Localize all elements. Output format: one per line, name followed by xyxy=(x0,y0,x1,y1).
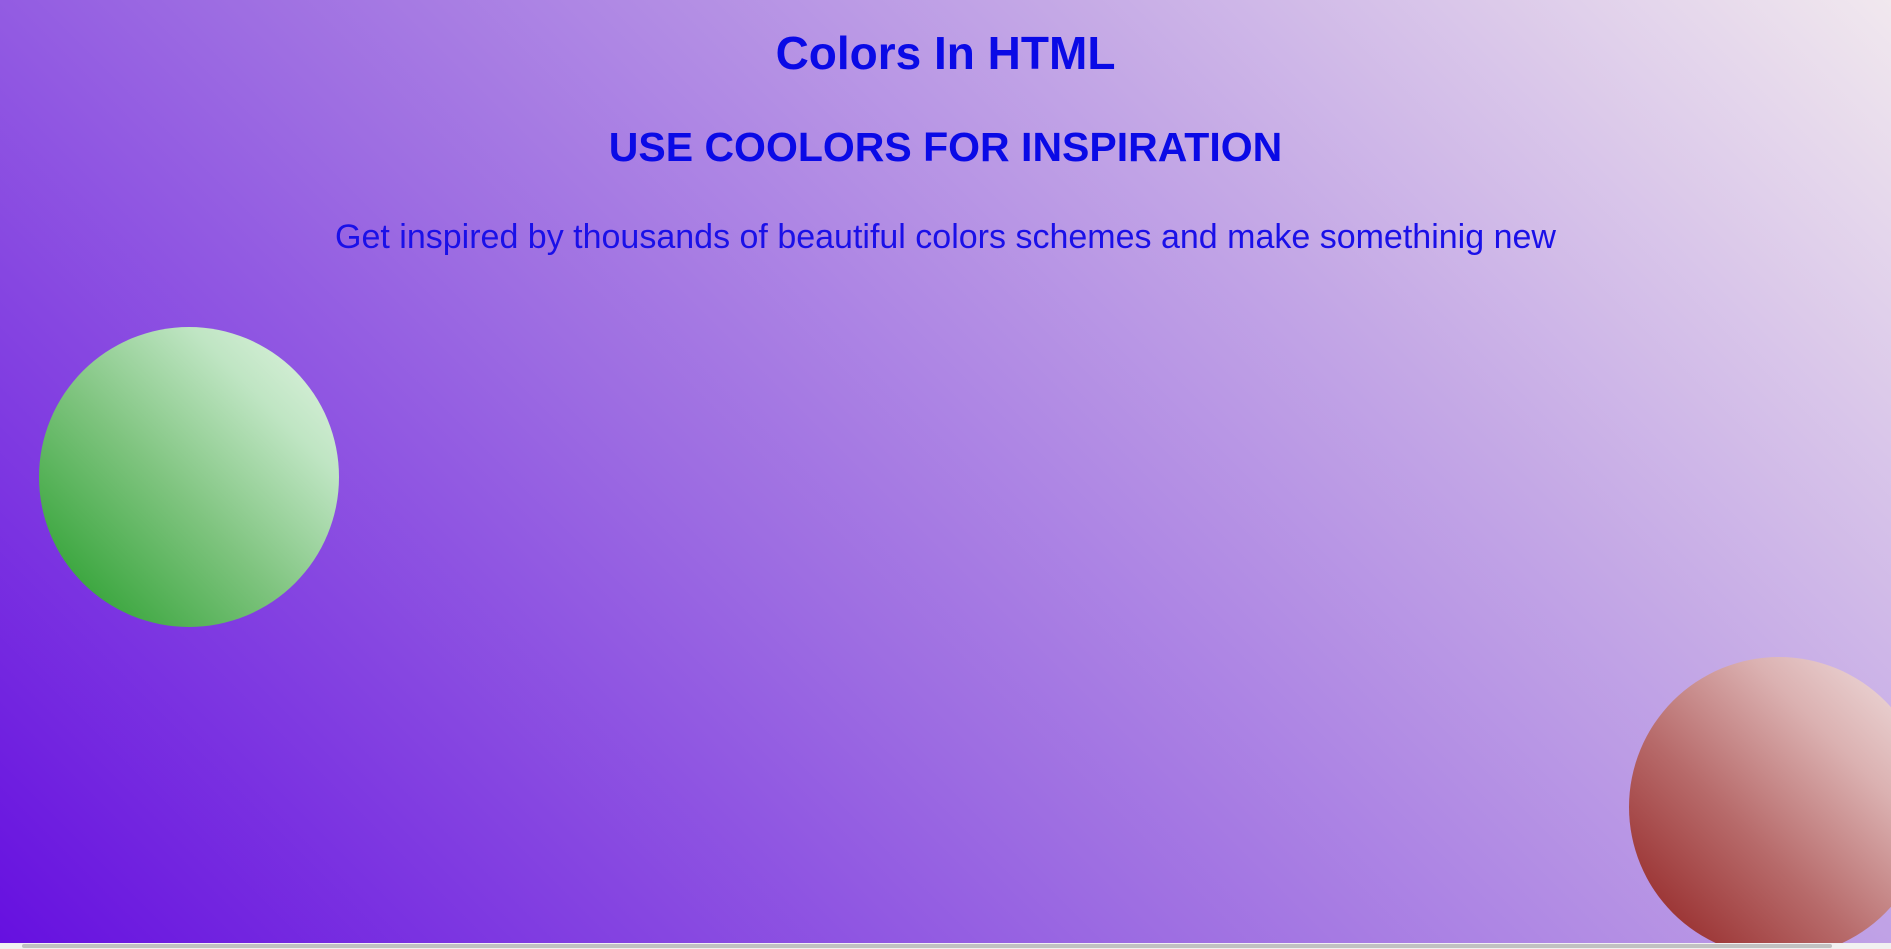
page-subtitle: USE COOLORS FOR INSPIRATION xyxy=(608,124,1283,170)
page-background: Colors In HTML USE COOLORS FOR INSPIRATI… xyxy=(0,0,1891,943)
red-gradient-circle xyxy=(1629,657,1891,943)
horizontal-scrollbar[interactable] xyxy=(0,943,1891,949)
green-gradient-circle xyxy=(39,327,339,627)
scrollbar-thumb[interactable] xyxy=(22,944,1832,948)
page-tagline: Get inspired by thousands of beautiful c… xyxy=(335,218,1556,256)
page-title: Colors In HTML xyxy=(775,27,1116,79)
